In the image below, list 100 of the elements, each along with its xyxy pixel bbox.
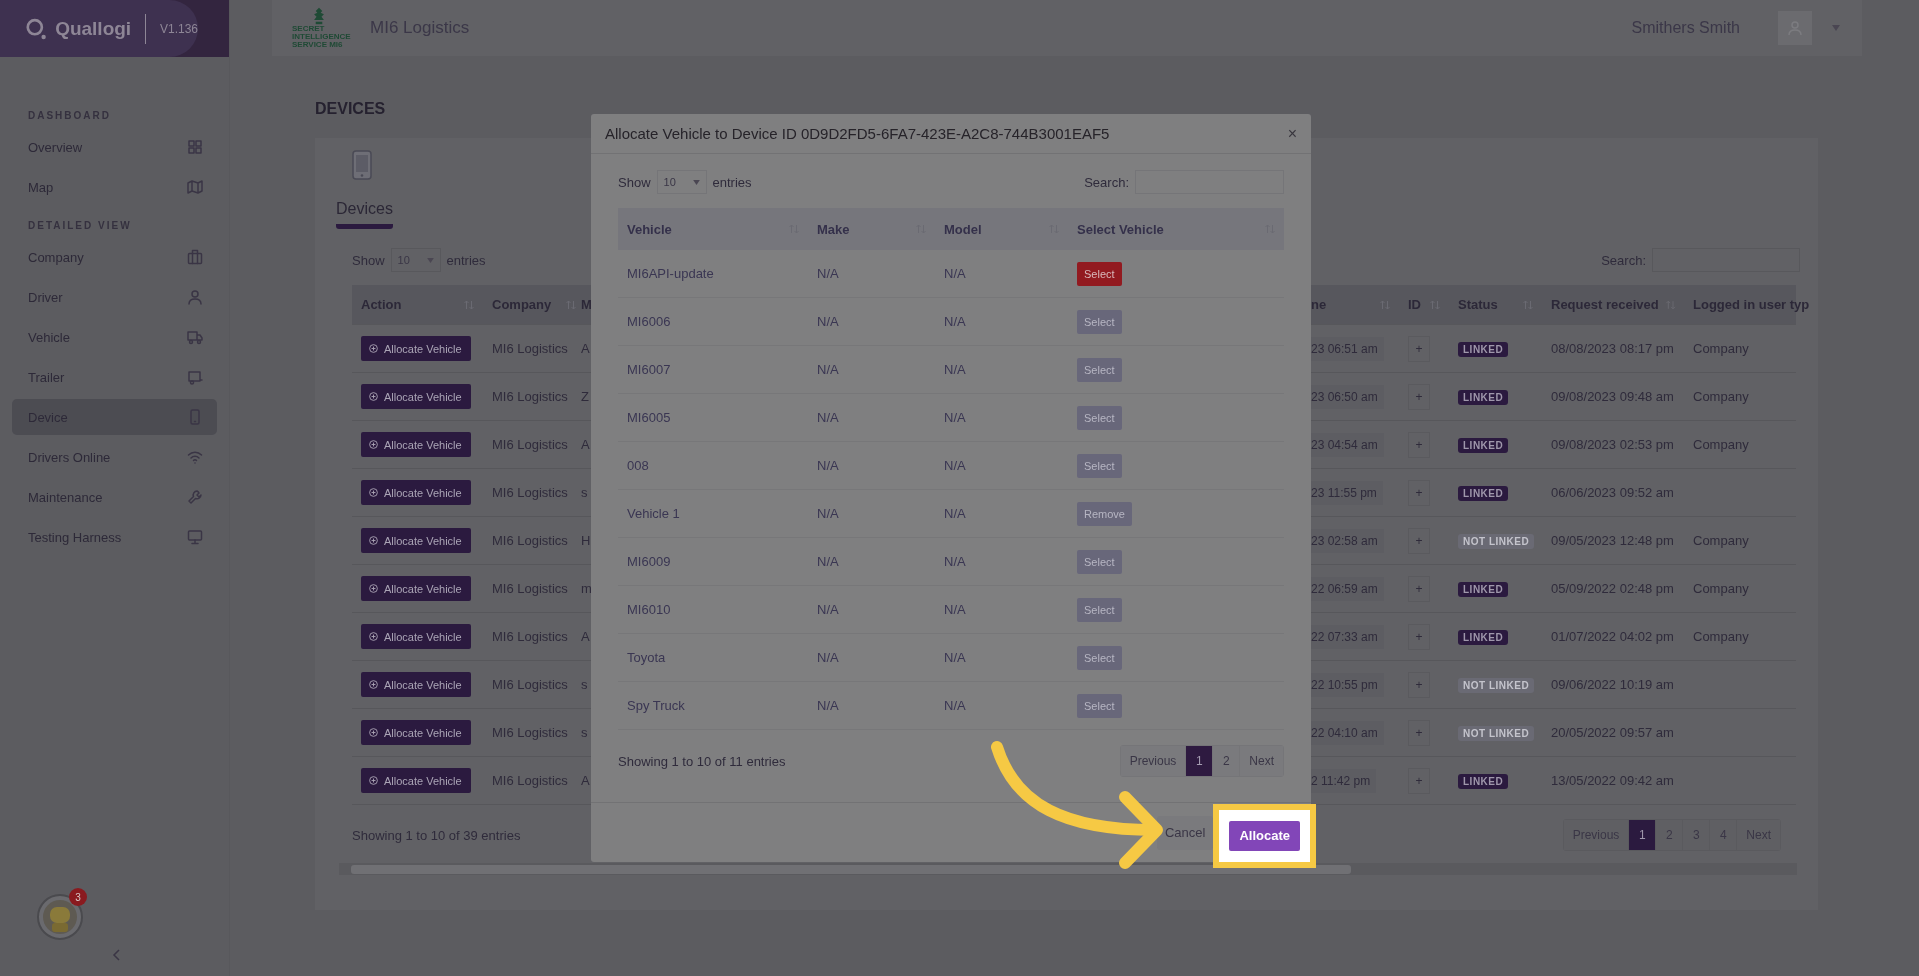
status-badge: NOT LINKED [1458,726,1535,741]
status-badge: LINKED [1458,582,1509,597]
map-icon [187,179,203,195]
table-cell-text: N/A [943,266,967,281]
allocate-vehicle-button[interactable]: Allocate Vehicle [361,768,471,793]
robot-avatar-icon [37,894,83,940]
plus-circle-icon [369,536,378,545]
table-cell-text: Vehicle 1 [626,506,681,521]
table-cell-text: MI6010 [626,602,672,617]
expand-button[interactable]: + [1408,719,1430,746]
select-button[interactable]: Select [1077,597,1122,622]
table-cell-text: N/A [816,458,840,473]
table-cell-text: N/A [943,554,967,569]
expand-button[interactable]: + [1408,383,1430,410]
table-cell-text: MI6006 [626,314,672,329]
table-cell-text: MI6API-update [626,266,715,281]
show-label: Show [618,174,651,190]
table-cell-text: N/A [816,602,840,617]
allocate-vehicle-button[interactable]: Allocate Vehicle [361,384,471,409]
table-cell-text: N/A [943,314,967,329]
version-label: V1.136 [159,21,198,36]
entries-label: entries [712,174,752,190]
plus-circle-icon [369,584,378,593]
chevron-left-icon[interactable] [112,949,122,961]
app-logo: Quallogi [55,17,132,40]
trailer-icon [187,369,203,385]
caret-icon [426,257,434,263]
select-button[interactable]: Remove [1077,501,1132,526]
status-badge: LINKED [1458,630,1509,645]
allocate-vehicle-button[interactable]: Allocate Vehicle [361,336,471,361]
close-button[interactable]: × [1287,124,1297,143]
cancel-button[interactable]: Cancel [1156,815,1214,850]
table-cell-text: N/A [816,314,840,329]
caret-icon [1832,25,1840,31]
allocate-button[interactable]: Allocate [1229,820,1300,851]
expand-button[interactable]: + [1408,767,1430,794]
page-size-select[interactable]: 10 [656,170,707,194]
column-header: Select Vehicle [1077,221,1164,237]
table-cell-text: N/A [943,698,967,713]
select-button[interactable]: Select [1077,309,1122,334]
page-button[interactable]: 1 [1628,820,1656,850]
plus-circle-icon [369,344,378,353]
select-button[interactable]: Select [1077,693,1122,718]
allocate-vehicle-button[interactable]: Allocate Vehicle [361,624,471,649]
allocate-vehicle-button[interactable]: Allocate Vehicle [361,528,471,553]
table-cell-text: N/A [816,554,840,569]
grid-icon [187,139,203,155]
table-cell-text: Spy Truck [626,698,686,713]
wrench-icon [187,489,203,505]
allocate-vehicle-button[interactable]: Allocate Vehicle [361,720,471,745]
select-button[interactable]: Select [1077,357,1122,382]
plus-circle-icon [369,632,378,641]
select-button[interactable]: Select [1077,645,1122,670]
wifi-icon [187,449,203,465]
page-button[interactable]: Previous [1120,746,1186,776]
table-cell-text: N/A [816,506,840,521]
allocate-vehicle-button[interactable]: Allocate Vehicle [361,480,471,505]
plus-circle-icon [369,776,378,785]
select-button[interactable]: Select [1077,549,1122,574]
truck-icon [187,329,203,345]
expand-button[interactable]: + [1408,623,1430,650]
monitor-icon [187,529,203,545]
select-button[interactable]: Select [1077,261,1122,286]
table-cell-text: MI6005 [626,410,672,425]
caret-icon [692,179,700,185]
table-cell-text: N/A [816,362,840,377]
status-badge: LINKED [1458,774,1509,789]
page-button[interactable]: 1 [1185,746,1213,776]
expand-button[interactable]: + [1408,527,1430,554]
table-cell-text: N/A [943,650,967,665]
plus-circle-icon [369,488,378,497]
expand-button[interactable]: + [1408,335,1430,362]
expand-button[interactable]: + [1408,431,1430,458]
page-button[interactable]: Next [1239,746,1283,776]
notification-badge: 3 [69,888,87,906]
expand-button[interactable]: + [1408,479,1430,506]
status-badge: LINKED [1458,486,1509,501]
phone-icon [351,150,373,180]
allocate-vehicle-button[interactable]: Allocate Vehicle [361,672,471,697]
expand-button[interactable]: + [1408,575,1430,602]
plus-circle-icon [369,392,378,401]
allocate-vehicle-button[interactable]: Allocate Vehicle [361,576,471,601]
allocate-vehicle-button[interactable]: Allocate Vehicle [361,432,471,457]
page-button[interactable]: 2 [1212,746,1240,776]
horizontal-scrollbar[interactable] [339,863,1797,875]
devices-tab[interactable]: Devices [336,200,393,229]
table-cell-text: N/A [943,410,967,425]
select-button[interactable]: Select [1077,405,1122,430]
expand-button[interactable]: + [1408,671,1430,698]
plus-circle-icon [369,680,378,689]
user-avatar[interactable] [1778,11,1812,45]
column-header: Model [944,221,982,237]
briefcase-icon [187,249,203,265]
table-cell-text: 008 [626,458,650,473]
table-cell-text: N/A [943,602,967,617]
column-header: Vehicle [627,221,672,237]
status-badge: LINKED [1458,438,1509,453]
status-badge: NOT LINKED [1458,678,1535,693]
table-cell-text: N/A [816,698,840,713]
select-button[interactable]: Select [1077,453,1122,478]
